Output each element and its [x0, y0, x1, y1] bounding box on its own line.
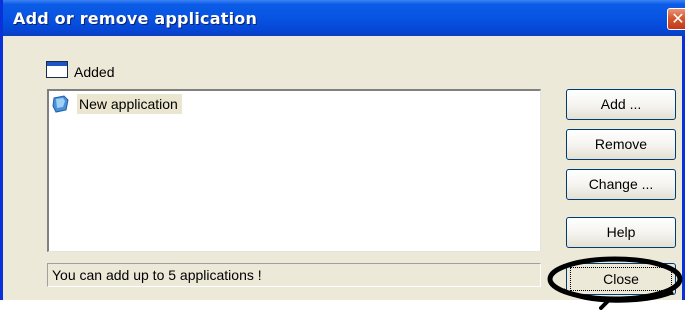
- list-item-label: New application: [77, 94, 182, 114]
- change-button[interactable]: Change ...: [566, 169, 676, 200]
- remove-button[interactable]: Remove: [566, 129, 676, 160]
- add-button[interactable]: Add ...: [566, 89, 676, 120]
- close-button[interactable]: Close: [566, 263, 676, 295]
- application-icon: [52, 95, 69, 113]
- help-button[interactable]: Help: [566, 217, 676, 248]
- status-bar: You can add up to 5 applications !: [47, 263, 541, 287]
- window-title: Add or remove application: [13, 9, 258, 28]
- dialog-window: Add or remove application ✕ Added New ap…: [0, 0, 685, 300]
- focus-rectangle: [570, 267, 672, 291]
- title-bar[interactable]: Add or remove application ✕: [3, 0, 685, 36]
- applications-listbox[interactable]: New application: [47, 89, 541, 252]
- list-item[interactable]: New application: [51, 93, 182, 115]
- window-icon: [46, 61, 68, 78]
- close-window-icon[interactable]: ✕: [667, 8, 685, 30]
- group-label-added: Added: [74, 64, 115, 80]
